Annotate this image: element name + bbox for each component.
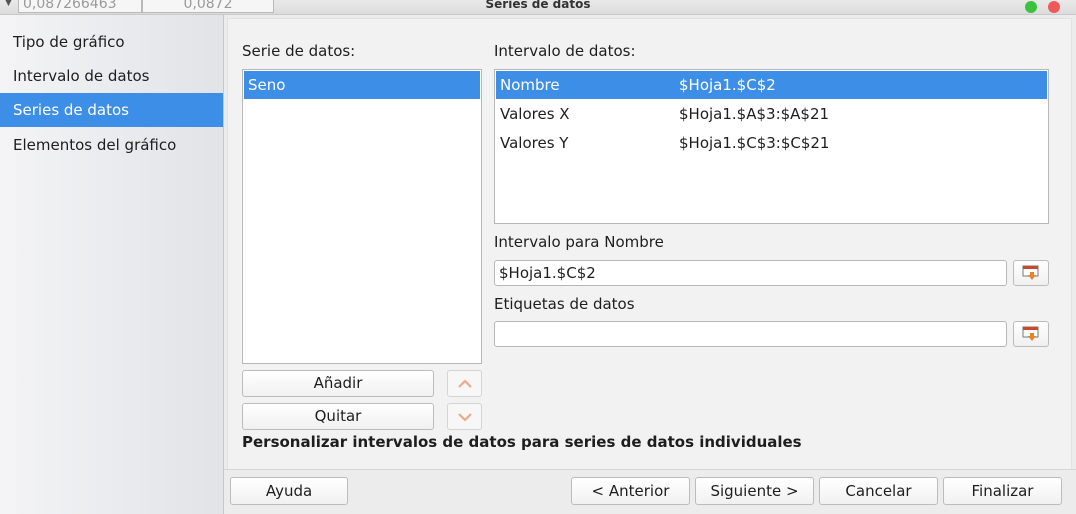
range-value: $Hoja1.$C$3:$C$21	[679, 134, 830, 152]
footer-divider	[224, 469, 1076, 470]
sidebar-item-data-range[interactable]: Intervalo de datos	[0, 59, 223, 93]
shrink-range-icon	[1022, 265, 1039, 280]
window-title: Series de datos	[485, 0, 591, 11]
wizard-steps-sidebar: Tipo de gráfico Intervalo de datos Serie…	[0, 15, 224, 514]
select-data-labels-range-button[interactable]	[1013, 321, 1049, 347]
move-down-button[interactable]	[447, 403, 482, 430]
data-ranges-label: Intervalo de datos:	[494, 42, 636, 60]
hint-text: Personalizar intervalos de datos para se…	[242, 433, 802, 451]
close-button[interactable]	[1048, 1, 1060, 13]
data-ranges-listbox[interactable]: Nombre $Hoja1.$C$2 Valores X $Hoja1.$A$3…	[494, 69, 1049, 224]
chevron-up-icon	[457, 378, 472, 388]
select-name-range-button[interactable]	[1013, 260, 1049, 286]
name-range-label: Intervalo para Nombre	[494, 233, 664, 251]
finish-button[interactable]: Finalizar	[943, 477, 1062, 505]
range-role: Valores X	[500, 105, 570, 123]
next-button[interactable]: Siguiente >	[695, 477, 814, 505]
list-item[interactable]: Seno	[244, 71, 480, 99]
name-range-input[interactable]: $Hoja1.$C$2	[494, 260, 1007, 286]
remove-series-button[interactable]: Quitar	[242, 403, 434, 430]
maximize-button[interactable]	[1025, 1, 1037, 13]
range-value: $Hoja1.$C$2	[679, 76, 776, 94]
add-series-button[interactable]: Añadir	[242, 370, 434, 397]
data-labels-input[interactable]	[494, 321, 1007, 347]
title-bar: ▼ 0,087266463 0,0872 Series de datos	[0, 0, 1076, 15]
range-value: $Hoja1.$A$3:$A$21	[679, 105, 830, 123]
sidebar-item-data-series[interactable]: Series de datos	[0, 93, 223, 127]
move-up-button[interactable]	[447, 370, 482, 397]
sidebar-item-chart-type[interactable]: Tipo de gráfico	[0, 25, 223, 59]
cancel-button[interactable]: Cancelar	[819, 477, 938, 505]
data-labels-label: Etiquetas de datos	[494, 295, 635, 313]
table-row[interactable]: Valores X $Hoja1.$A$3:$A$21	[496, 100, 1047, 128]
series-listbox[interactable]: Seno	[242, 69, 482, 364]
chevron-down-icon	[457, 412, 472, 422]
sidebar-item-chart-elements[interactable]: Elementos del gráfico	[0, 128, 223, 162]
table-row[interactable]: Nombre $Hoja1.$C$2	[496, 71, 1047, 99]
range-role: Valores Y	[500, 134, 569, 152]
help-button[interactable]: Ayuda	[230, 477, 348, 505]
range-role: Nombre	[500, 76, 560, 94]
series-list-label: Serie de datos:	[242, 42, 356, 60]
shrink-range-icon	[1022, 326, 1039, 341]
table-row[interactable]: Valores Y $Hoja1.$C$3:$C$21	[496, 129, 1047, 157]
back-button[interactable]: < Anterior	[571, 477, 690, 505]
